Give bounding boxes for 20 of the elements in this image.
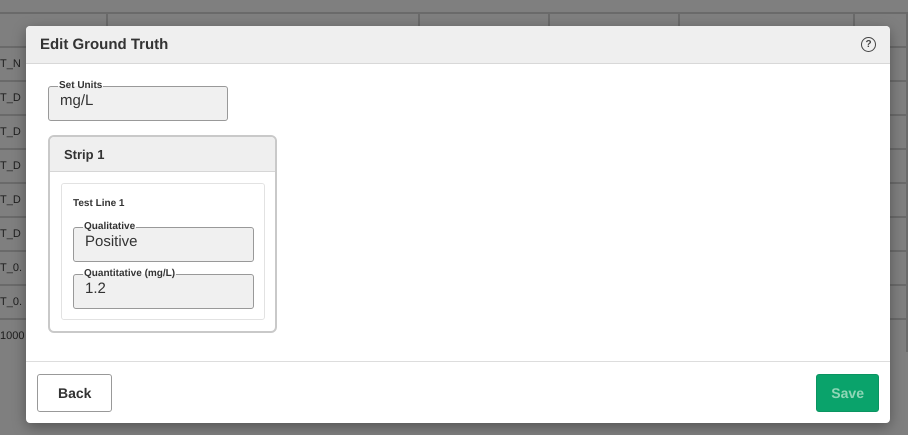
test-line-title: Test Line 1 xyxy=(73,198,126,209)
table-cell: T_D xyxy=(0,92,21,104)
dialog-title: Edit Ground Truth xyxy=(40,36,168,53)
table-cell: T_D xyxy=(0,228,21,240)
input-field[interactable]: Quantitative (mg/L) 1.2 xyxy=(73,268,254,309)
table-cell: T_D xyxy=(0,194,21,206)
field-label: Quantitative (mg/L) xyxy=(83,268,176,280)
strip-title: Strip 1 xyxy=(64,146,104,162)
table-cell: T_D xyxy=(0,126,21,138)
units-field[interactable]: Set Units mg/L xyxy=(48,80,228,121)
field-label: Set Units xyxy=(58,80,104,92)
table-cell: T_0. xyxy=(0,262,22,274)
help-icon[interactable]: ? xyxy=(861,37,876,52)
table-cell: 1000 xyxy=(0,330,24,342)
field-label: Qualitative xyxy=(83,221,136,233)
table-cell: T_0. xyxy=(0,296,22,308)
input-field[interactable]: Qualitative Positive xyxy=(73,221,254,262)
table-cell: T_N xyxy=(0,58,21,70)
table-cell: T_D xyxy=(0,160,21,172)
back-button[interactable]: Back xyxy=(37,374,112,412)
